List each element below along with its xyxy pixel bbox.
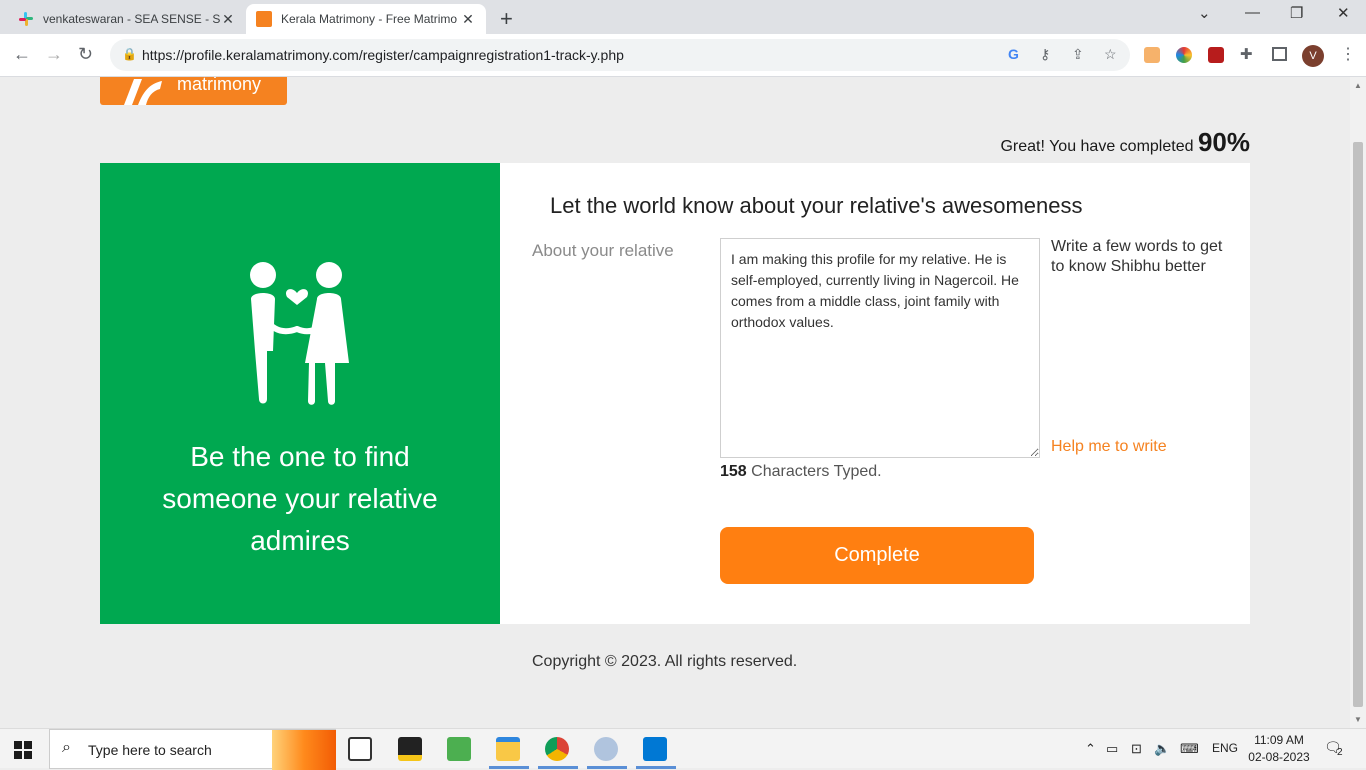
copyright-text: Copyright © 2023. All rights reserved. [532, 653, 798, 670]
page-scrollbar[interactable]: ▲ ▼ [1350, 77, 1366, 728]
system-clock[interactable]: 11:09 AM 02-08-2023 [1244, 732, 1314, 766]
about-relative-textarea[interactable]: I am making this profile for my relative… [720, 238, 1040, 458]
windows-start-icon[interactable] [14, 741, 32, 759]
paint-icon[interactable] [594, 737, 618, 761]
tab-title: Kerala Matrimony - Free Matrimo [281, 12, 458, 26]
share-icon[interactable]: ⇪ [1072, 46, 1084, 63]
logo-mark-icon [124, 79, 162, 105]
tab-slack[interactable]: venkateswaran - SEA SENSE - Sla ✕ [8, 4, 246, 34]
browser-toolbar: ← → ↻ 🔒 https://profile.keralamatrimony.… [0, 34, 1366, 77]
search-icon: ⌕ [62, 739, 71, 756]
character-count-value: 158 [720, 463, 747, 480]
close-tab-icon[interactable]: ✕ [460, 11, 476, 28]
back-icon[interactable]: ← [13, 44, 31, 65]
couple-heart-icon [250, 262, 349, 405]
character-counter: 158 Characters Typed. [720, 463, 882, 481]
lock-icon[interactable]: 🔒 [122, 47, 137, 61]
search-highlight-image [272, 730, 336, 770]
complete-button[interactable]: Complete [720, 527, 1034, 584]
extension-icon[interactable] [1144, 47, 1160, 63]
kerala-matrimony-icon [256, 11, 272, 27]
tab-title: venkateswaran - SEA SENSE - Sla [43, 12, 220, 26]
tab-search-chevron-icon[interactable]: ⌄ [1198, 4, 1211, 22]
about-field-hint: Write a few words to get to know Shibhu … [1051, 238, 1223, 275]
help-me-write-link[interactable]: Help me to write [1051, 438, 1167, 456]
page-content: matrimony Great! You have completed 90% … [0, 77, 1350, 728]
forward-icon[interactable]: → [45, 44, 63, 65]
volume-icon[interactable]: 🔈 [1154, 741, 1170, 757]
google-translate-icon[interactable]: G [1008, 46, 1019, 62]
slack-icon [18, 11, 34, 27]
registration-card: Be the one to find someone your relative… [100, 163, 1250, 624]
sticky-notes-icon[interactable] [398, 737, 422, 761]
restore-icon[interactable]: ❐ [1290, 4, 1303, 22]
minimize-icon[interactable]: — [1245, 4, 1260, 21]
network-icon[interactable]: ⊡ [1131, 741, 1142, 757]
file-explorer-icon[interactable] [496, 737, 520, 761]
completion-percent: 90% [1197, 127, 1250, 157]
spreadsheet-app-icon[interactable] [447, 737, 471, 761]
show-hidden-icons-icon[interactable]: ⌃ [1085, 741, 1096, 757]
tab-kerala-matrimony[interactable]: Kerala Matrimony - Free Matrimo ✕ [246, 4, 486, 34]
close-window-icon[interactable]: ✕ [1337, 4, 1350, 22]
vscode-icon[interactable] [643, 737, 667, 761]
logo[interactable]: matrimony [100, 77, 287, 105]
keyboard-icon[interactable]: ⌨ [1180, 741, 1199, 757]
about-field-label: About your relative [532, 241, 674, 260]
avatar[interactable]: V [1302, 45, 1324, 67]
character-count-label: Characters Typed. [751, 463, 882, 480]
side-panel-icon[interactable] [1272, 47, 1287, 61]
browser-tab-bar: venkateswaran - SEA SENSE - Sla ✕ Kerala… [0, 0, 1366, 34]
promo-panel: Be the one to find someone your relative… [100, 163, 500, 624]
task-view-icon[interactable] [348, 737, 372, 761]
scroll-down-icon[interactable]: ▼ [1354, 715, 1362, 724]
extensions-puzzle-icon[interactable]: ✚ [1240, 45, 1253, 63]
new-tab-icon[interactable]: + [500, 6, 513, 32]
url-text: https://profile.keralamatrimony.com/regi… [142, 47, 624, 63]
clock-time: 11:09 AM [1254, 733, 1304, 747]
taskbar-search-box[interactable]: ⌕ Type here to search [49, 729, 336, 770]
promo-tagline: Be the one to find someone your relative… [162, 441, 438, 556]
notification-count: 2 [1337, 747, 1343, 758]
address-bar[interactable]: 🔒 https://profile.keralamatrimony.com/re… [110, 39, 1130, 71]
windows-taskbar: ⌕ Type here to search ⌃ ▭ ⊡ 🔈 ⌨ ENG 11:0… [0, 728, 1366, 770]
close-tab-icon[interactable]: ✕ [220, 11, 236, 28]
chrome-menu-icon[interactable]: ⋮ [1340, 44, 1356, 64]
chrome-icon[interactable] [545, 737, 569, 761]
clock-date: 02-08-2023 [1248, 750, 1310, 764]
taskbar-search-placeholder: Type here to search [88, 742, 212, 758]
language-indicator[interactable]: ENG [1212, 741, 1238, 755]
completion-label: Great! You have completed [1000, 138, 1194, 155]
scrollbar-thumb[interactable] [1353, 142, 1363, 707]
color-picker-extension-icon[interactable] [1176, 47, 1192, 63]
form-heading: Let the world know about your relative's… [550, 193, 1083, 218]
reload-icon[interactable]: ↻ [78, 44, 93, 65]
logo-text: matrimony [177, 77, 262, 94]
bookmark-star-icon[interactable]: ☆ [1104, 46, 1117, 63]
scroll-up-icon[interactable]: ▲ [1354, 81, 1362, 90]
completion-status: Great! You have completed 90% [1000, 127, 1250, 158]
key-icon[interactable]: ⚷ [1040, 46, 1050, 63]
battery-icon[interactable]: ▭ [1106, 741, 1118, 757]
ublock-extension-icon[interactable] [1208, 47, 1224, 63]
